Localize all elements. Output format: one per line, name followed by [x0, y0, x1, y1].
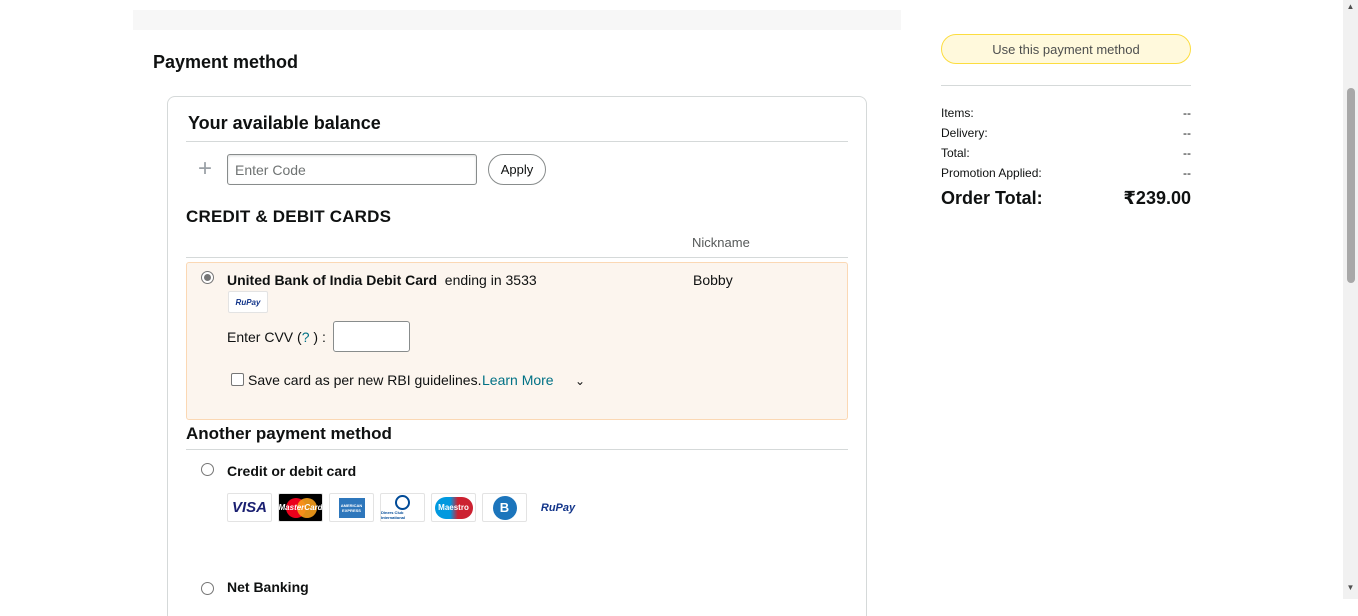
apply-button[interactable]: Apply	[488, 154, 546, 185]
card-logos: VISA MasterCard AMERICAN EXPRESS Diners …	[227, 493, 583, 522]
rupay-logo: RuPay	[228, 291, 268, 313]
diners-club-logo: Diners Club International	[380, 493, 425, 522]
previous-section-card	[133, 0, 901, 10]
another-method-heading: Another payment method	[186, 424, 392, 443]
option-label-credit-debit[interactable]: Credit or debit card	[227, 463, 356, 479]
mastercard-logo-text: MasterCard	[278, 503, 323, 512]
summary-label: Total:	[941, 146, 970, 160]
card-ending: ending in 3533	[444, 272, 537, 288]
maestro-logo-text: Maestro	[438, 503, 469, 512]
summary-row-delivery: Delivery: --	[941, 126, 1191, 140]
visa-logo-text: VISA	[231, 499, 267, 516]
summary-row-total: Total: --	[941, 146, 1191, 160]
gift-code-input[interactable]	[227, 154, 477, 185]
order-total-label: Order Total:	[941, 188, 1043, 208]
divider	[941, 85, 1191, 86]
summary-label: Delivery:	[941, 126, 988, 140]
rupay-logo-text: RuPay	[540, 501, 576, 514]
summary-value: --	[1183, 146, 1191, 160]
save-card-checkbox[interactable]	[231, 373, 244, 386]
divider	[186, 141, 848, 142]
payment-options-box: Your available balance + Apply CREDIT & …	[167, 96, 867, 616]
card-description: United Bank of India Debit Card ending i…	[227, 272, 537, 288]
scrollbar-thumb[interactable]	[1347, 88, 1355, 283]
summary-label: Promotion Applied:	[941, 166, 1042, 180]
chevron-down-icon[interactable]: ⌄	[575, 375, 585, 387]
maestro-logo: Maestro	[431, 493, 476, 522]
divider	[186, 449, 848, 450]
scroll-down-arrow-icon[interactable]: ▼	[1345, 584, 1356, 592]
divider	[186, 257, 848, 258]
cards-heading: CREDIT & DEBIT CARDS	[186, 207, 392, 226]
amex-logo: AMERICAN EXPRESS	[329, 493, 374, 522]
payment-method-card: Payment method Your available balance + …	[133, 30, 901, 616]
visa-logo: VISA	[227, 493, 272, 522]
cvv-help-link[interactable]: ?	[302, 329, 310, 345]
balance-heading: Your available balance	[188, 113, 381, 133]
amex-logo-text: AMERICAN EXPRESS	[340, 502, 363, 513]
nickname-column-header: Nickname	[692, 235, 750, 250]
order-total-row: Order Total: ₹239.00	[941, 188, 1191, 209]
use-payment-method-button[interactable]: Use this payment method	[941, 34, 1191, 64]
bajaj-logo-text: B	[499, 500, 510, 515]
summary-label: Items:	[941, 106, 974, 120]
cvv-label: Enter CVV (? ) :	[227, 329, 326, 345]
mastercard-logo: MasterCard	[278, 493, 323, 522]
summary-value: --	[1183, 106, 1191, 120]
bajaj-finserv-logo: B	[482, 493, 527, 522]
summary-value: --	[1183, 166, 1191, 180]
card-nickname: Bobby	[693, 272, 733, 288]
summary-row-promotion: Promotion Applied: --	[941, 166, 1191, 180]
rupay-logo: RuPay	[533, 493, 583, 522]
order-total-value: ₹239.00	[1123, 188, 1191, 208]
save-card-label: Save card as per new RBI guidelines.	[248, 372, 482, 388]
learn-more-link[interactable]: Learn More	[482, 372, 554, 388]
saved-card-option[interactable]: United Bank of India Debit Card ending i…	[186, 262, 848, 420]
net-banking-radio[interactable]	[201, 582, 214, 595]
cvv-label-prefix: Enter CVV (	[227, 329, 302, 345]
cvv-input[interactable]	[333, 321, 410, 352]
saved-card-radio[interactable]	[201, 271, 214, 284]
option-label-net-banking[interactable]: Net Banking	[227, 579, 309, 595]
summary-row-items: Items: --	[941, 106, 1191, 120]
diners-logo-text: Diners Club International	[381, 510, 406, 520]
cvv-label-suffix: ) :	[313, 329, 326, 345]
order-summary: Use this payment method Items: -- Delive…	[921, 14, 1211, 236]
card-bank-name: United Bank of India Debit Card	[227, 272, 438, 288]
scroll-up-arrow-icon[interactable]: ▲	[1345, 3, 1356, 11]
section-title: Payment method	[153, 52, 299, 72]
credit-debit-radio[interactable]	[201, 463, 214, 476]
summary-value: --	[1183, 126, 1191, 140]
plus-icon[interactable]: +	[198, 157, 212, 181]
